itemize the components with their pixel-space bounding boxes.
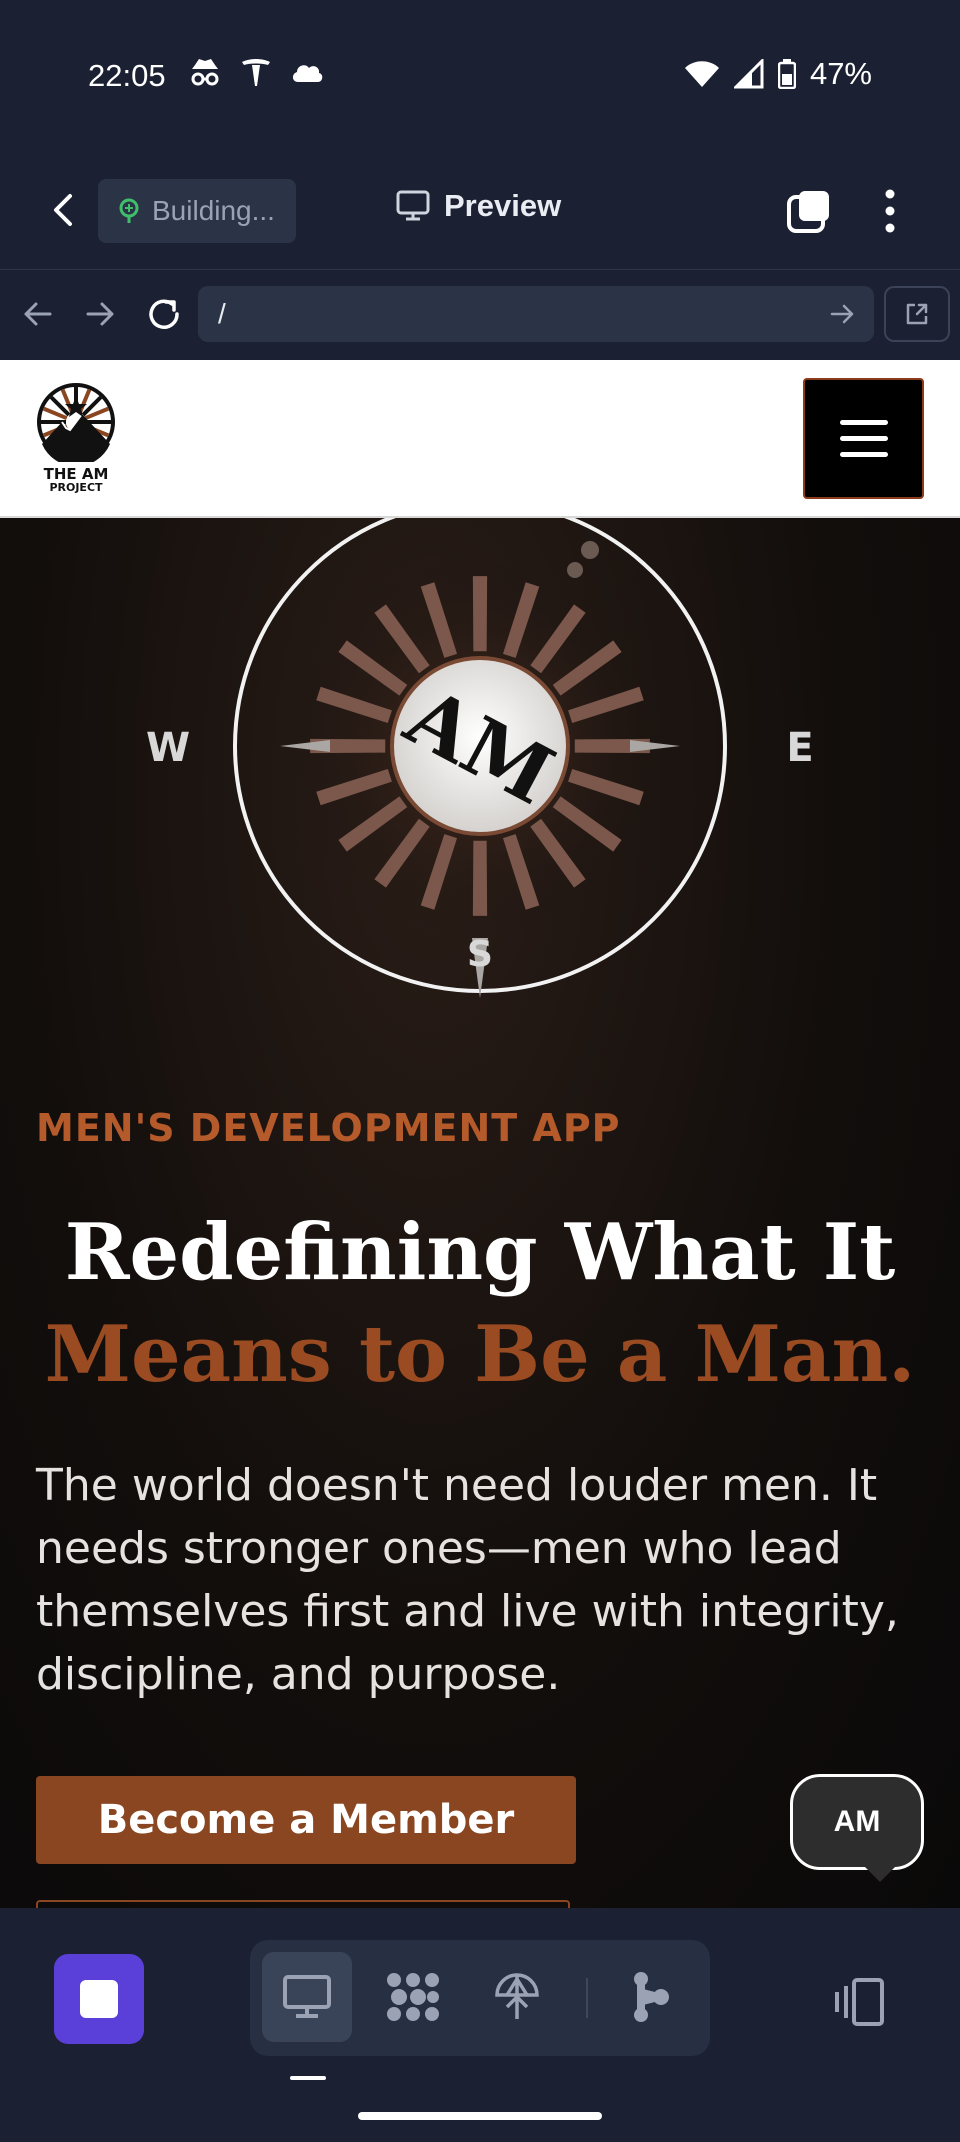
compass-ray <box>472 576 488 652</box>
status-bar: 22:05 47% <box>0 0 960 150</box>
compass-south-label: S <box>467 934 493 975</box>
editor-toolbar: Building... Preview <box>0 150 960 270</box>
apps-grid-button[interactable] <box>368 1952 458 2042</box>
hamburger-icon <box>839 420 888 425</box>
hero-title-line2: Means to Be a Man. <box>44 1309 916 1400</box>
battery-icon <box>777 59 796 89</box>
url-row: / <box>0 270 960 360</box>
tesla-icon <box>242 59 270 86</box>
status-icons-left <box>188 56 324 88</box>
url-text[interactable]: / <box>218 298 226 330</box>
incognito-icon <box>191 59 219 86</box>
more-options-icon[interactable] <box>872 186 908 236</box>
compass-graphic: AM W E S <box>146 518 814 998</box>
git-branch-button[interactable] <box>606 1952 696 2042</box>
hero-eyebrow: MEN'S DEVELOPMENT APP <box>36 1106 621 1150</box>
external-link-icon <box>906 303 928 325</box>
site-header: THE AM PROJECT <box>0 360 960 518</box>
secondary-button-partial[interactable] <box>36 1900 570 1908</box>
bottom-toolbar <box>0 1908 960 2142</box>
nav-forward-icon[interactable] <box>80 294 120 334</box>
compass-ray <box>472 840 488 916</box>
nav-back-icon[interactable] <box>18 294 58 334</box>
build-status-pill[interactable]: Building... <box>98 179 296 243</box>
active-mode-indicator <box>290 2076 326 2080</box>
preview-title[interactable]: Preview <box>396 188 561 224</box>
cloud-icon <box>292 65 323 82</box>
stop-button[interactable] <box>54 1954 144 2044</box>
compass-west-label: W <box>146 725 190 771</box>
hamburger-menu-button[interactable] <box>803 378 924 499</box>
desktop-preview-icon <box>283 1975 331 2018</box>
hero-title-line1: Redefining What It <box>64 1207 896 1298</box>
open-external-button[interactable] <box>884 286 950 342</box>
reload-icon[interactable] <box>144 294 184 334</box>
build-spinner-icon <box>119 198 139 223</box>
url-input[interactable]: / <box>198 286 874 342</box>
become-member-button[interactable]: Become a Member <box>36 1776 576 1864</box>
git-branch-icon <box>634 1972 669 2022</box>
chat-widget-button[interactable]: AM <box>790 1774 924 1870</box>
tabs-icon[interactable] <box>786 188 832 234</box>
signal-icon <box>733 59 764 89</box>
logo-sunburst-icon <box>37 383 115 467</box>
compass-east-label: E <box>786 725 813 771</box>
stop-icon <box>80 1980 118 2018</box>
battery-percentage: 47% <box>809 56 872 91</box>
go-arrow-icon[interactable] <box>828 300 856 328</box>
apps-grid-icon <box>387 1973 439 2021</box>
wifi-icon <box>684 61 719 87</box>
deploy-icon <box>495 1973 539 2019</box>
deploy-button[interactable] <box>472 1952 562 2042</box>
split-layout-icon[interactable] <box>832 1974 888 2030</box>
hero-section: AM W E S MEN'S DEVELOPMENT APP Redefinin… <box>0 518 960 1908</box>
desktop-preview-button[interactable] <box>262 1952 352 2042</box>
build-status-label: Building... <box>152 195 275 226</box>
status-icons-right: 47% <box>684 56 872 92</box>
mode-divider <box>586 1978 588 2018</box>
back-arrow-icon[interactable] <box>44 190 84 230</box>
logo-text-line1: THE AM <box>43 465 109 483</box>
chat-bubble-tail <box>862 1864 898 1882</box>
site-logo[interactable]: THE AM PROJECT <box>36 382 116 493</box>
mode-switcher <box>250 1940 710 2056</box>
hero-body-text: The world doesn't need louder men. It ne… <box>36 1460 899 1700</box>
logo-text-line2: PROJECT <box>49 481 103 494</box>
home-gesture-handle[interactable] <box>358 2112 602 2120</box>
monitor-icon <box>396 190 430 221</box>
status-time: 22:05 <box>88 58 166 93</box>
preview-label: Preview <box>444 188 562 223</box>
